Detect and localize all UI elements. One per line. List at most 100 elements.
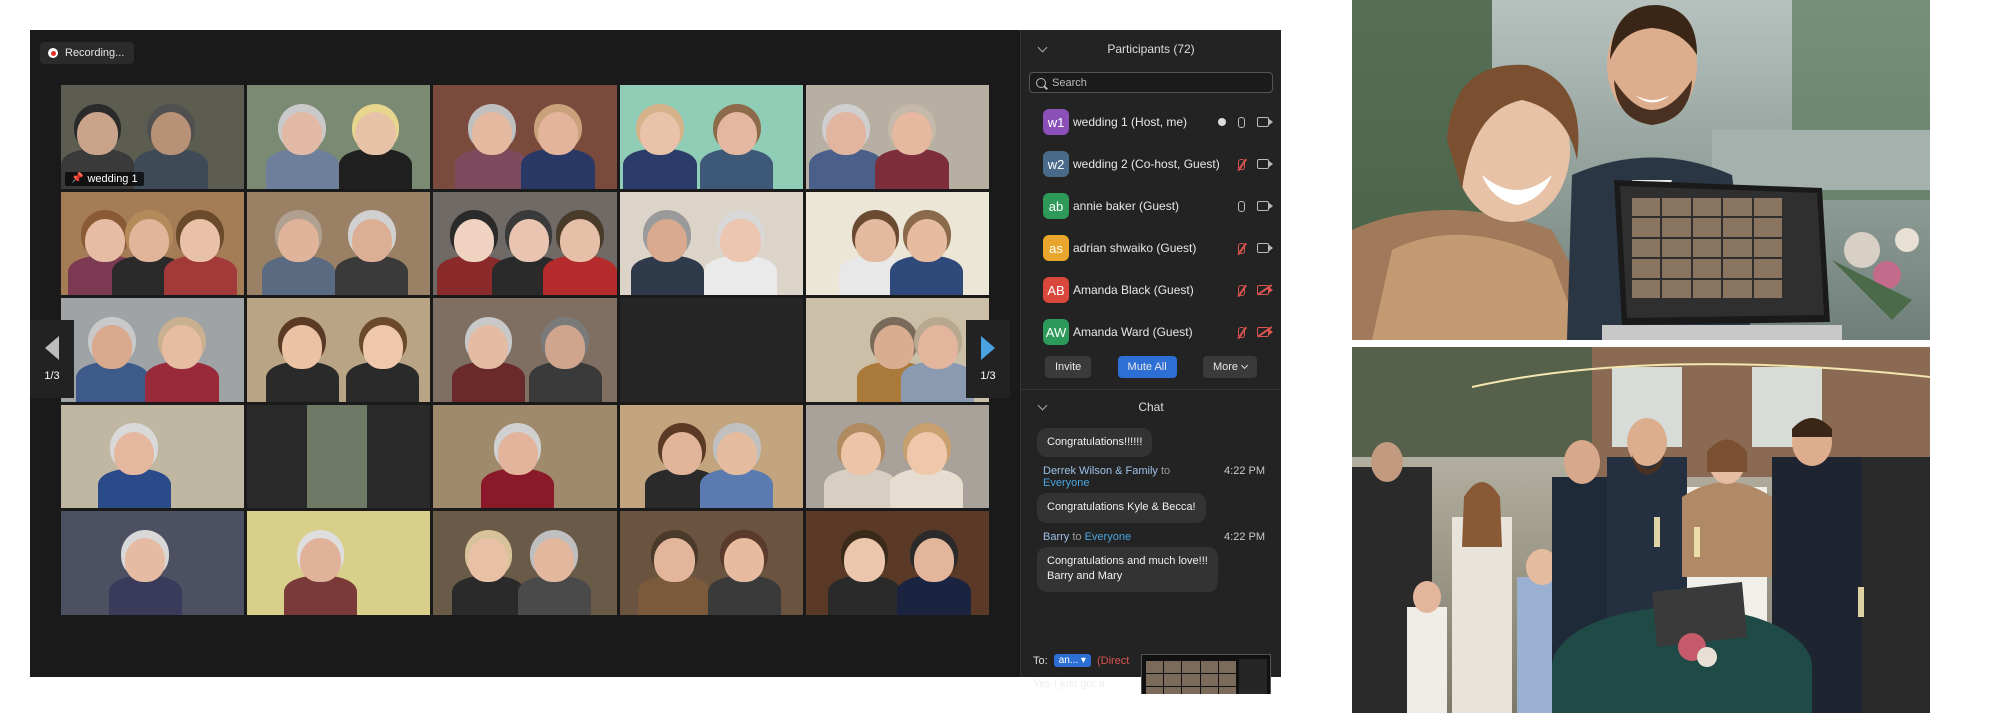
participant-status-icons [1238, 200, 1281, 212]
video-tile[interactable] [805, 191, 989, 296]
participants-search-input[interactable]: Search [1029, 72, 1273, 93]
video-tile[interactable] [61, 404, 245, 509]
participant-face [362, 325, 403, 369]
invite-button[interactable]: Invite [1045, 356, 1092, 378]
collapse-chevron-icon[interactable] [1037, 400, 1048, 411]
recording-indicator[interactable]: Recording... [40, 42, 135, 64]
participant-name: wedding 1 (Host, me) [1073, 115, 1188, 129]
video-tile[interactable] [247, 191, 431, 296]
participant-name: adrian shwaiko (Guest) [1073, 241, 1197, 255]
laptop-video-cell [1632, 279, 1661, 298]
video-tile[interactable] [805, 511, 989, 615]
video-tile[interactable] [247, 298, 431, 402]
video-tile[interactable] [805, 298, 989, 402]
message-text: Congratulations and much love!!! [1047, 554, 1208, 567]
video-tile[interactable] [247, 511, 431, 615]
mute-all-button[interactable]: Mute All [1117, 356, 1177, 378]
laptop-video-cell [1692, 238, 1722, 258]
participant-face [497, 431, 538, 476]
mic-icon[interactable] [1238, 116, 1245, 128]
video-tile[interactable] [61, 511, 245, 615]
video-tile[interactable] [619, 85, 803, 189]
participant-face [913, 538, 955, 582]
message-sender: Barry [1043, 530, 1070, 543]
participant-row[interactable]: AB Amanda Black (Guest) [1021, 269, 1281, 311]
previous-page-button[interactable]: 1/3 [30, 320, 74, 398]
participant-name: annie baker (Guest) [1073, 199, 1180, 213]
thumb-cell [1146, 661, 1164, 673]
video-tile[interactable] [247, 85, 431, 189]
message-text: Congratulations!!!!!! [1047, 436, 1143, 448]
participant-face [471, 111, 513, 156]
participant-body [521, 149, 595, 189]
laptop-video-cell [1723, 259, 1752, 278]
record-icon [48, 48, 58, 58]
video-tile[interactable] [433, 85, 617, 189]
arrow-left-icon [45, 336, 59, 360]
video-tile[interactable] [247, 404, 431, 509]
participant-row[interactable]: as adrian shwaiko (Guest) [1021, 227, 1281, 269]
mic-muted-icon[interactable] [1238, 326, 1245, 338]
collapse-chevron-icon[interactable] [1037, 42, 1048, 53]
video-tile[interactable]: 📌 wedding 1 [61, 85, 245, 189]
chat-messages: Congratulations!!!!!! Derrek Wilson & Fa… [1021, 424, 1281, 694]
message-header: Barry to Everyone 4:22 PM [1043, 531, 1265, 543]
chat-message: Congratulations Kyle & Becca! [1037, 493, 1206, 523]
more-button[interactable]: More [1202, 356, 1257, 378]
camera-off-icon[interactable] [1257, 285, 1273, 295]
video-tile[interactable] [61, 191, 245, 296]
mic-muted-icon[interactable] [1238, 242, 1245, 254]
participant-face [77, 111, 118, 156]
recipient-dropdown[interactable]: an... ▾ [1053, 654, 1091, 667]
participant-face [559, 218, 601, 263]
video-tile[interactable] [805, 85, 989, 189]
video-tile-empty[interactable] [619, 298, 803, 402]
participant-face [281, 111, 323, 156]
participant-face [720, 218, 761, 263]
participant-face [545, 325, 586, 369]
video-tile[interactable] [619, 191, 803, 296]
laptop-video-cell [1692, 259, 1722, 278]
video-tile[interactable] [433, 404, 617, 509]
to-label: To: [1033, 654, 1048, 667]
next-page-button[interactable]: 1/3 [966, 320, 1010, 398]
video-tile[interactable] [619, 404, 803, 509]
mic-muted-icon[interactable] [1238, 158, 1245, 170]
participant-body [809, 149, 883, 189]
participant-row[interactable]: ab annie baker (Guest) [1021, 185, 1281, 227]
participant-body [875, 149, 949, 189]
video-tile[interactable] [433, 191, 617, 296]
camera-icon[interactable] [1257, 117, 1273, 127]
video-tile[interactable] [805, 404, 989, 509]
participant-face [661, 431, 703, 476]
participant-row[interactable]: w1 wedding 1 (Host, me) [1021, 101, 1281, 143]
laptop-video-cell [1662, 279, 1691, 298]
mic-muted-icon[interactable] [1238, 284, 1245, 296]
participant-row[interactable]: w2 wedding 2 (Co-host, Guest) [1021, 143, 1281, 185]
video-tile[interactable] [61, 298, 245, 402]
laptop-video-cell [1692, 279, 1722, 298]
participant-body [455, 149, 529, 189]
participant-face [724, 538, 765, 582]
participant-status-icons [1238, 284, 1281, 296]
participant-face [278, 218, 319, 263]
video-preview-thumbnail [1141, 654, 1271, 694]
camera-icon[interactable] [1257, 243, 1273, 253]
camera-off-icon[interactable] [1257, 327, 1273, 337]
thumb-cell [1200, 674, 1218, 686]
video-tile[interactable] [433, 511, 617, 615]
avatar: w1 [1043, 109, 1069, 135]
laptop-video-cell [1632, 198, 1661, 217]
chat-compose-input[interactable]: Yes I just got a [1033, 678, 1105, 690]
video-tile[interactable] [619, 511, 803, 615]
thumb-cell [1146, 674, 1164, 686]
wedding-toast-photo [1352, 347, 1930, 713]
video-tile[interactable] [433, 298, 617, 402]
camera-icon[interactable] [1257, 159, 1273, 169]
participants-list: w1 wedding 1 (Host, me) w2 wedding 2 (Co-ho… [1021, 101, 1281, 345]
participant-face [716, 111, 757, 156]
mic-icon[interactable] [1238, 200, 1245, 212]
participant-row[interactable]: AW Amanda Ward (Guest) [1021, 311, 1281, 345]
participant-face [906, 218, 947, 263]
camera-icon[interactable] [1257, 201, 1273, 211]
